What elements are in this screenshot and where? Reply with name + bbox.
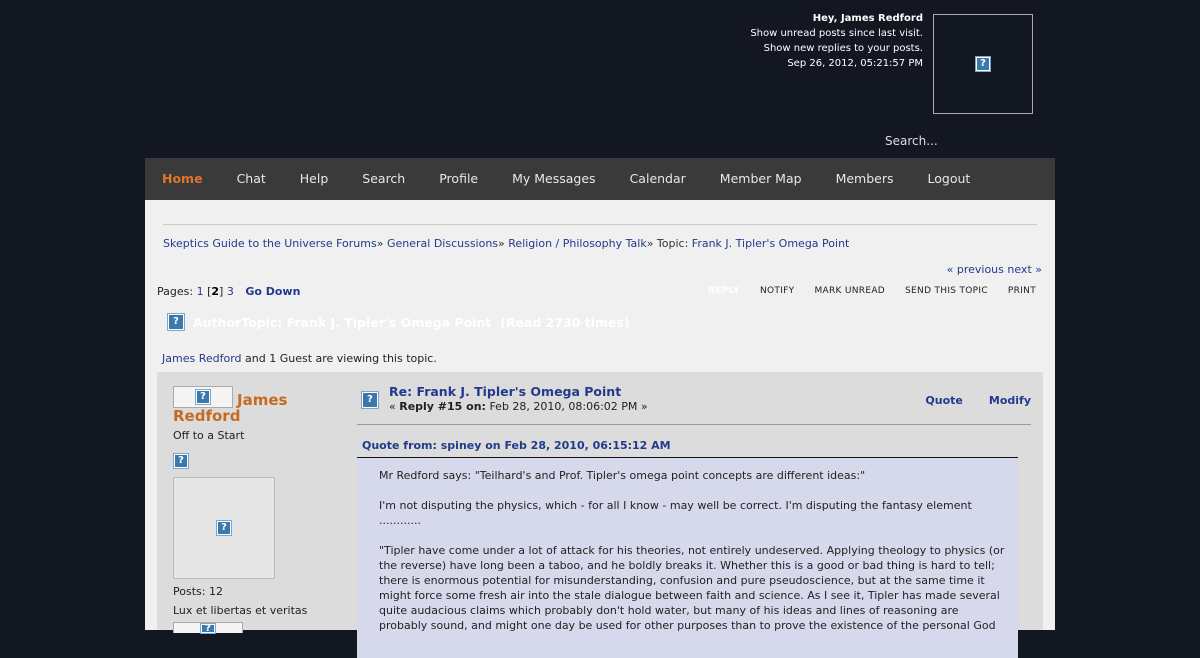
- notify-button[interactable]: NOTIFY: [760, 286, 794, 296]
- nav-members[interactable]: Members: [819, 158, 911, 200]
- breadcrumb-topic-prefix: Topic:: [656, 237, 689, 250]
- topic-icon: ?: [167, 313, 185, 331]
- quote-body: Mr Redford says: "Teilhard's and Prof. T…: [357, 458, 1018, 658]
- poster-title: Off to a Start: [173, 429, 245, 442]
- viewer-user-link[interactable]: James Redford: [162, 352, 242, 365]
- user-info: Hey, James Redford Show unread posts sin…: [750, 11, 923, 71]
- quote-paragraph: "Tipler have come under a lot of attack …: [379, 544, 1005, 632]
- nav-calendar[interactable]: Calendar: [613, 158, 703, 200]
- nav-profile[interactable]: Profile: [422, 158, 495, 200]
- post-actions: Quote Modify: [925, 394, 1031, 407]
- post-subject[interactable]: Re: Frank J. Tipler's Omega Point: [389, 384, 621, 399]
- mark-unread-button[interactable]: MARK UNREAD: [814, 286, 885, 296]
- go-down-link[interactable]: Go Down: [245, 285, 300, 298]
- main-nav: Home Chat Help Search Profile My Message…: [145, 158, 1055, 200]
- header-avatar[interactable]: ?: [933, 14, 1033, 114]
- modify-button[interactable]: Modify: [989, 394, 1031, 407]
- new-replies-link[interactable]: Show new replies to your posts.: [764, 43, 923, 54]
- previous-topic-link[interactable]: « previous: [947, 263, 1004, 276]
- divider: [163, 224, 1037, 225]
- breadcrumb-religion[interactable]: Religion / Philosophy Talk: [508, 237, 646, 250]
- breadcrumb-sep: »: [376, 237, 384, 250]
- reply-number: Reply #15 on:: [399, 400, 486, 413]
- print-button[interactable]: PRINT: [1008, 286, 1036, 296]
- greeting: Hey, James Redford: [812, 13, 923, 24]
- breadcrumb-general[interactable]: General Discussions: [387, 237, 498, 250]
- nav-my-messages[interactable]: My Messages: [495, 158, 612, 200]
- post-area: ? Re: Frank J. Tipler's Omega Point « Re…: [357, 382, 1031, 658]
- poster-motto: Lux et libertas et veritas: [173, 604, 308, 617]
- breadcrumb-sep: »: [498, 237, 505, 250]
- current-page: 2: [211, 285, 220, 298]
- nav-help[interactable]: Help: [283, 158, 346, 200]
- quote-button[interactable]: Quote: [925, 394, 962, 407]
- nav-member-map[interactable]: Member Map: [703, 158, 819, 200]
- quote-header[interactable]: Quote from: spiney on Feb 28, 2010, 06:1…: [357, 439, 1018, 458]
- missing-image-icon: ?: [975, 56, 991, 72]
- topic-title: AuthorTopic: Frank J. Tipler's Omega Poi…: [193, 314, 630, 330]
- breadcrumb-sep: »: [646, 237, 654, 250]
- poster-stars: ?: [173, 448, 343, 469]
- poster-avatar[interactable]: ?: [173, 477, 275, 579]
- nav-search[interactable]: Search: [345, 158, 422, 200]
- pages-label: Pages:: [157, 285, 194, 298]
- nav-logout[interactable]: Logout: [911, 158, 988, 200]
- topic-buttons: REPLY NOTIFY MARK UNREAD SEND THIS TOPIC…: [708, 286, 1036, 296]
- poster-post-count: Posts: 12: [173, 585, 223, 598]
- page-3-link[interactable]: 3: [227, 285, 234, 298]
- prev-next: « previous next »: [947, 263, 1042, 276]
- post-header: ? Re: Frank J. Tipler's Omega Point « Re…: [357, 382, 1031, 425]
- post-meta: « Reply #15 on: Feb 28, 2010, 08:06:02 P…: [389, 400, 648, 413]
- breadcrumb: Skeptics Guide to the Universe Forums» G…: [163, 237, 849, 250]
- nav-chat[interactable]: Chat: [220, 158, 283, 200]
- nav-home[interactable]: Home: [145, 158, 220, 200]
- post-date: Feb 28, 2010, 08:06:02 PM: [489, 400, 638, 413]
- poster-extra-image: ?: [173, 622, 243, 634]
- missing-image-icon: ?: [216, 520, 232, 536]
- topic-title-bar: ? AuthorTopic: Frank J. Tipler's Omega P…: [167, 313, 630, 331]
- post: ? James Redford Off to a Start ? ? Posts…: [157, 372, 1043, 658]
- current-datetime: Sep 26, 2012, 05:21:57 PM: [787, 58, 923, 69]
- breadcrumb-forum[interactable]: Skeptics Guide to the Universe Forums: [163, 237, 377, 250]
- pagination: Pages: 1 [2] 3 Go Down: [157, 285, 301, 298]
- reply-button[interactable]: REPLY: [708, 286, 740, 296]
- breadcrumb-topic[interactable]: Frank J. Tipler's Omega Point: [692, 237, 850, 250]
- quote-paragraph: I'm not disputing the physics, which - f…: [379, 499, 972, 527]
- search-input[interactable]: [885, 134, 1055, 148]
- page-1-link[interactable]: 1: [197, 285, 204, 298]
- post-icon: ?: [361, 391, 379, 409]
- viewers-text: and 1 Guest are viewing this topic.: [241, 352, 437, 365]
- missing-image-icon: ?: [200, 623, 216, 634]
- unread-posts-link[interactable]: Show unread posts since last visit.: [750, 28, 923, 39]
- send-topic-button[interactable]: SEND THIS TOPIC: [905, 286, 988, 296]
- content-area: Skeptics Guide to the Universe Forums» G…: [145, 200, 1055, 658]
- star-image-icon: ?: [173, 453, 189, 469]
- next-topic-link[interactable]: next »: [1007, 263, 1042, 276]
- poster-info: ? James Redford Off to a Start ? ? Posts…: [173, 386, 343, 634]
- poster-name[interactable]: James Redford: [173, 392, 343, 424]
- quote-paragraph: Mr Redford says: "Teilhard's and Prof. T…: [379, 469, 866, 482]
- viewers: James Redford and 1 Guest are viewing th…: [162, 352, 437, 365]
